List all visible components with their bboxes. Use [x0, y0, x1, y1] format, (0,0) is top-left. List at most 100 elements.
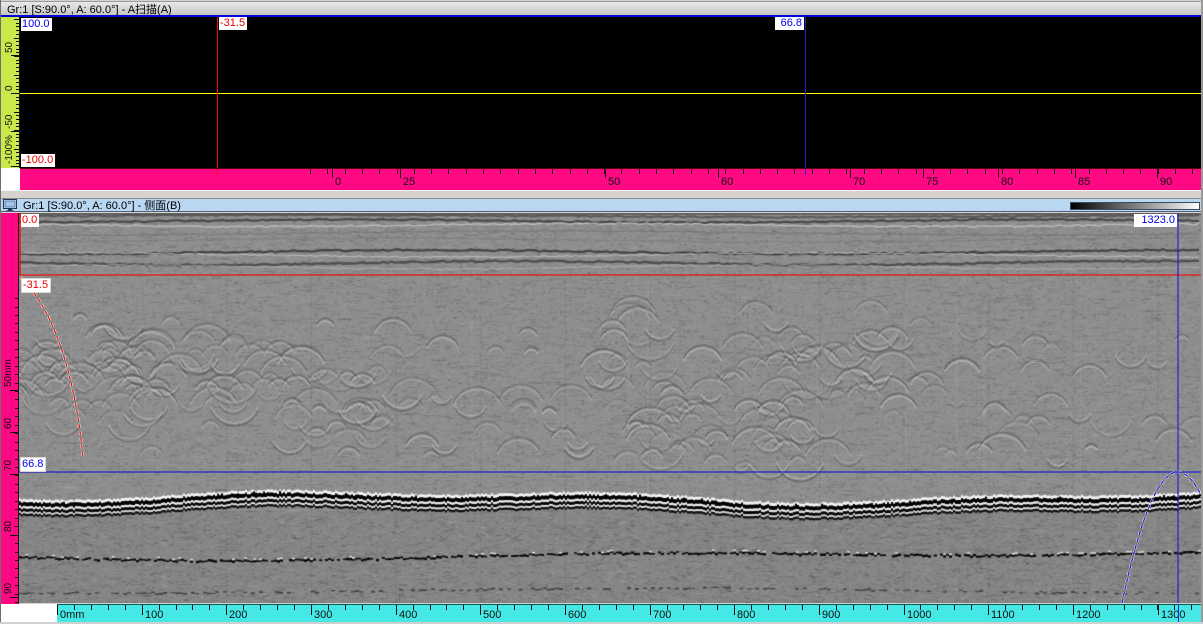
blue-cursor-ruler-tick	[805, 169, 806, 175]
ruler-tick	[15, 366, 18, 367]
ruler-tick	[226, 605, 227, 615]
ruler-tick-label: 700	[653, 610, 671, 621]
ruler-tick	[725, 169, 726, 174]
ruler-tick-label: 90	[1160, 177, 1172, 188]
ruler-tick-label: 100	[145, 610, 163, 621]
ruler-tick	[10, 597, 18, 598]
ruler-tick	[15, 332, 18, 333]
ruler-tick	[15, 374, 18, 375]
ruler-tick	[16, 41, 19, 42]
ruler-tick	[15, 577, 18, 578]
ascan-amplitude-min-label: -100.0	[21, 154, 55, 167]
ruler-tick	[1056, 605, 1057, 610]
ruler-tick-label: 25	[403, 177, 415, 188]
ruler-tick	[700, 605, 701, 610]
ruler-tick	[937, 605, 938, 610]
ruler-tick	[448, 169, 449, 174]
ruler-tick	[15, 442, 18, 443]
ruler-tick	[15, 560, 18, 561]
ruler-tick-label: 900	[822, 610, 840, 621]
ruler-tick	[717, 605, 718, 610]
ascan-titlebar[interactable]: Gr:1 [S:90.0°, A: 60.0°] - A扫描(A)	[0, 1, 1203, 15]
ruler-tick	[15, 509, 18, 510]
ruler-tick	[1175, 169, 1176, 174]
beam-arc-curve	[1122, 472, 1201, 603]
ruler-tick	[887, 605, 888, 610]
ruler-tick	[57, 605, 58, 615]
ruler-tick	[16, 30, 19, 31]
ruler-tick	[400, 169, 401, 178]
ruler-tick	[15, 518, 18, 519]
ruler-tick	[311, 605, 312, 615]
ruler-tick	[431, 169, 432, 174]
ascan-red-cursor-value: -31.5	[219, 17, 247, 30]
ruler-tick	[16, 137, 19, 138]
ruler-tick-label: 75	[926, 177, 938, 188]
ruler-tick	[967, 169, 968, 174]
ruler-tick	[599, 605, 600, 610]
ruler-tick-label: 400	[399, 610, 417, 621]
ruler-tick	[192, 605, 193, 610]
ascan-amplitude-ruler[interactable]: 500-50-100%	[1, 17, 20, 168]
ascan-red-cursor-line[interactable]	[217, 17, 218, 168]
sideview-image-area[interactable]	[19, 213, 1201, 603]
monitor-icon	[3, 199, 19, 211]
window-border-left	[0, 0, 1, 624]
ruler-tick	[15, 484, 18, 485]
sideview-title: Gr:1 [S:90.0°, A: 60.0°] - 侧面(B)	[23, 197, 181, 213]
ndt-application-window: Gr:1 [S:90.0°, A: 60.0°] - A扫描(A) 500-50…	[0, 0, 1203, 624]
ruler-tick-label: 0	[335, 177, 341, 188]
ruler-tick	[768, 605, 769, 610]
ascan-blue-cursor-line[interactable]	[805, 17, 806, 168]
ruler-tick	[362, 605, 363, 610]
ascan-baseline	[20, 93, 1201, 94]
ruler-tick-label: 200	[229, 610, 247, 621]
ruler-tick	[16, 100, 19, 101]
ruler-tick	[15, 349, 18, 350]
ruler-tick-label: 80	[4, 521, 14, 532]
ruler-tick	[108, 605, 109, 610]
ruler-tick	[463, 605, 464, 610]
ruler-tick-label: 600	[568, 610, 586, 621]
ruler-tick-label: 300	[314, 610, 332, 621]
ruler-tick	[812, 169, 813, 174]
palette-gradient-bar[interactable]	[1070, 202, 1200, 210]
ascan-plot-area[interactable]	[20, 17, 1201, 168]
ruler-tick	[1071, 169, 1072, 174]
ruler-tick	[15, 568, 18, 569]
ruler-tick	[904, 605, 905, 615]
ruler-tick	[362, 169, 363, 174]
sideview-red-gate-value: -31.5	[21, 278, 51, 293]
ruler-tick	[16, 82, 19, 83]
sideview-scan-ruler[interactable]: 0mm1002003004005006007008009001000110012…	[57, 604, 1201, 622]
ruler-tick-label: 85	[1078, 177, 1090, 188]
sideview-depth-ruler[interactable]: 50mm60708090	[1, 213, 19, 604]
ruler-tick	[1191, 605, 1192, 610]
ruler-tick	[125, 605, 126, 610]
ruler-tick	[971, 605, 972, 610]
ruler-tick-label: 60	[721, 177, 733, 188]
ruler-tick	[1073, 605, 1074, 615]
ruler-tick	[14, 112, 19, 113]
ruler-tick	[15, 408, 18, 409]
ruler-tick	[1089, 169, 1090, 174]
ruler-tick	[743, 169, 744, 174]
ruler-tick	[853, 605, 854, 610]
ruler-tick	[16, 152, 19, 153]
red-cursor-ruler-tick	[217, 169, 218, 175]
ruler-tick	[1037, 169, 1038, 174]
ruler-tick-label: 60	[4, 418, 14, 429]
ruler-tick	[829, 169, 830, 174]
sideview-titlebar[interactable]: Gr:1 [S:90.0°, A: 60.0°] - 侧面(B)	[0, 199, 1203, 212]
ruler-tick	[1022, 605, 1023, 610]
ruler-tick	[15, 450, 18, 451]
ruler-tick	[1124, 605, 1125, 610]
ascan-depth-ruler[interactable]: 02550607075808590	[20, 168, 1201, 190]
ruler-tick	[923, 169, 924, 178]
ruler-tick	[864, 169, 865, 174]
ruler-tick	[531, 605, 532, 610]
ruler-tick-label: 1200	[1076, 610, 1100, 621]
ruler-tick	[16, 123, 19, 124]
ruler-tick	[16, 52, 19, 53]
sideview-blue-gate-value: 66.8	[20, 457, 46, 472]
